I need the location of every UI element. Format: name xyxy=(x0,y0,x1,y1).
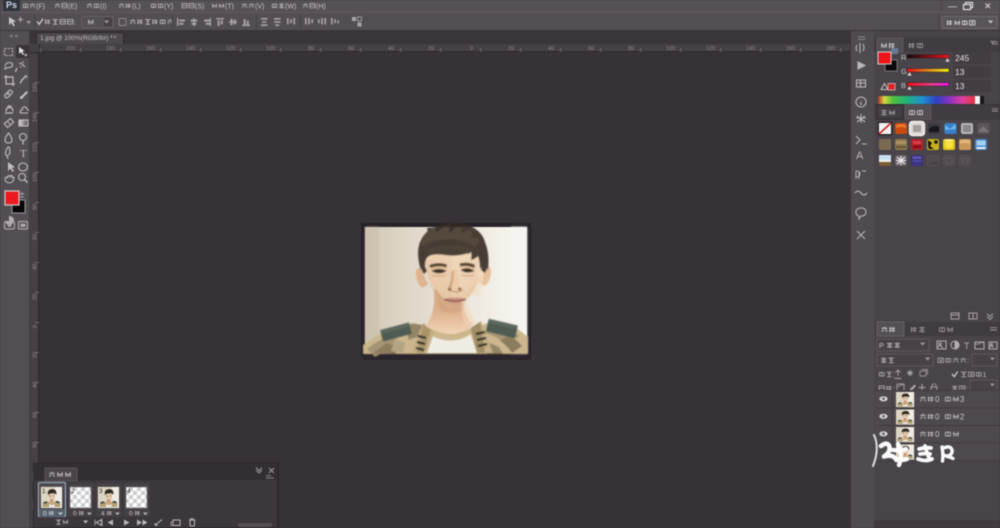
svg-text:(E): (E) xyxy=(68,3,77,10)
svg-text:100: 100 xyxy=(33,173,39,182)
svg-text:80: 80 xyxy=(33,442,39,448)
svg-text:60: 60 xyxy=(33,234,39,240)
svg-text:60: 60 xyxy=(33,412,39,418)
svg-text:P: P xyxy=(879,341,884,350)
svg-text:0: 0 xyxy=(73,511,77,518)
svg-text:T: T xyxy=(20,148,27,160)
svg-text:4: 4 xyxy=(127,488,131,495)
svg-text:0: 0 xyxy=(43,511,47,518)
svg-text:(V): (V) xyxy=(255,3,264,10)
svg-text:40: 40 xyxy=(33,264,39,270)
svg-text::: : xyxy=(893,370,895,379)
svg-text:1: 1 xyxy=(42,488,46,495)
svg-text:13: 13 xyxy=(955,67,965,77)
svg-text:2: 2 xyxy=(960,413,965,422)
svg-text:40: 40 xyxy=(33,382,39,388)
svg-text:T: T xyxy=(964,341,970,351)
svg-text:0: 0 xyxy=(129,511,133,518)
svg-text:160: 160 xyxy=(33,83,39,92)
svg-text:(F): (F) xyxy=(36,3,45,10)
svg-text:1: 1 xyxy=(983,370,987,379)
svg-text:20: 20 xyxy=(33,352,39,358)
svg-text:20: 20 xyxy=(33,294,39,300)
svg-text:4: 4 xyxy=(101,511,105,518)
svg-text:0: 0 xyxy=(33,325,39,328)
svg-text:3: 3 xyxy=(960,395,965,404)
svg-text::: : xyxy=(74,18,76,27)
svg-text:(W): (W) xyxy=(285,3,296,10)
svg-text:A: A xyxy=(856,150,864,162)
svg-text:B: B xyxy=(901,81,906,90)
svg-text:140: 140 xyxy=(33,113,39,122)
svg-text:(H): (H) xyxy=(316,3,326,10)
svg-text:120: 120 xyxy=(33,143,39,152)
svg-text:R: R xyxy=(901,53,907,62)
svg-text:13: 13 xyxy=(955,81,965,91)
svg-text:2: 2 xyxy=(71,488,75,495)
svg-text:(T): (T) xyxy=(225,3,234,10)
svg-text:(L): (L) xyxy=(132,3,141,10)
svg-text:3: 3 xyxy=(99,488,103,495)
svg-text:0: 0 xyxy=(935,413,940,422)
svg-text:(I): (I) xyxy=(100,3,107,10)
svg-text:G: G xyxy=(901,67,907,76)
svg-text:80: 80 xyxy=(33,204,39,210)
svg-text::: : xyxy=(967,356,969,365)
svg-text:(S): (S) xyxy=(195,3,204,10)
svg-text:0: 0 xyxy=(935,395,940,404)
svg-text:(Y): (Y) xyxy=(164,3,173,10)
svg-text:245: 245 xyxy=(955,53,969,63)
